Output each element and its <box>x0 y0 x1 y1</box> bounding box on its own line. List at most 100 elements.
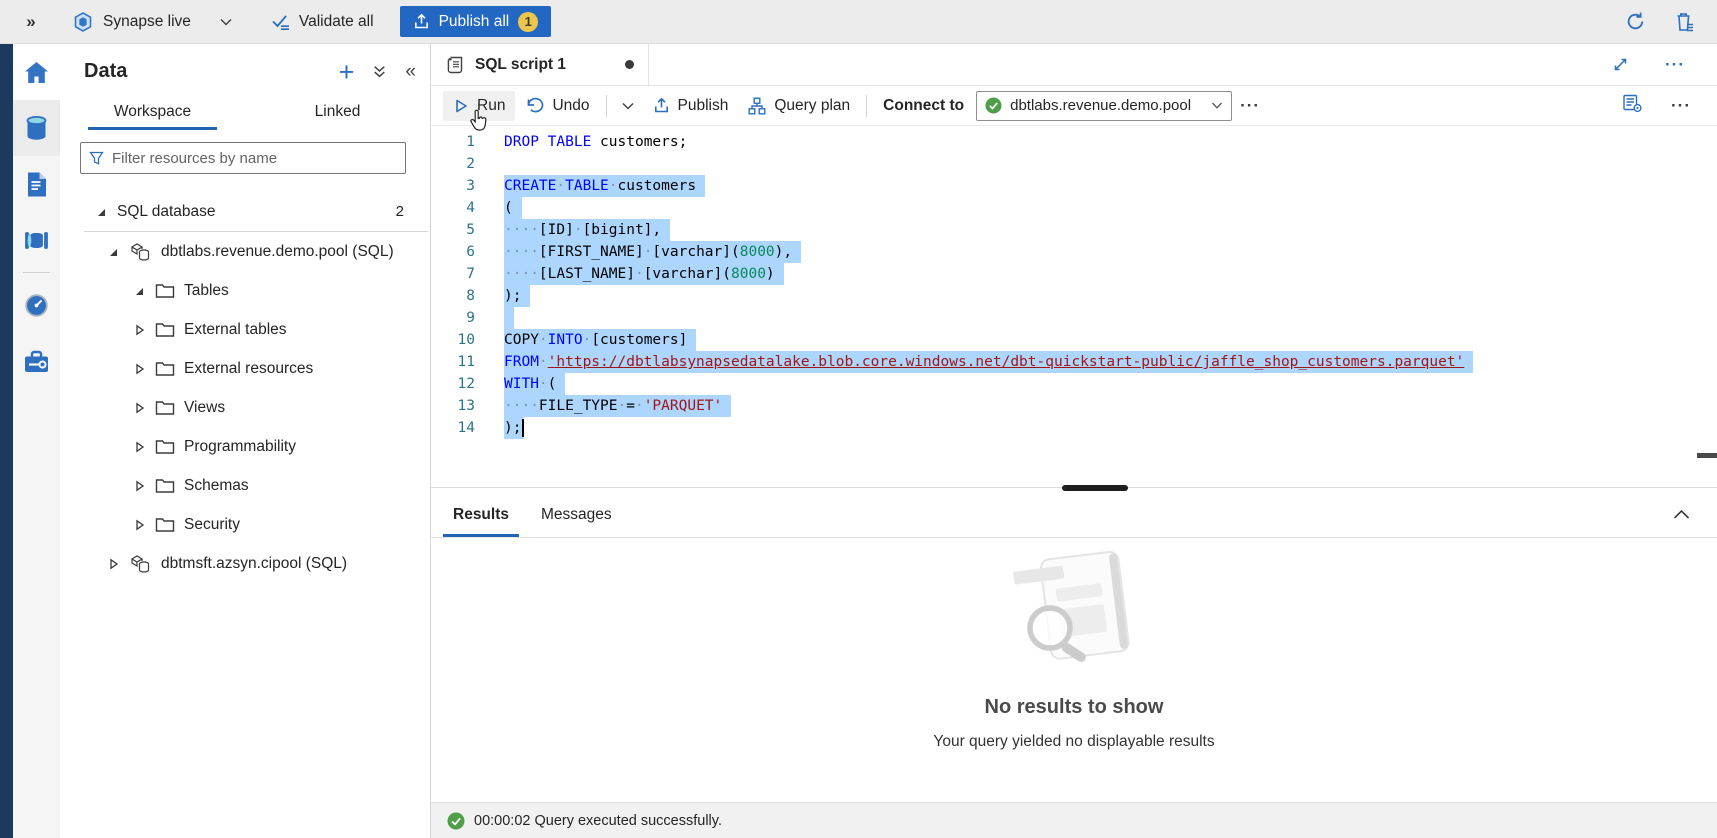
tree-item-dbtmsft-azsyn-cipool-sql[interactable]: dbtmsft.azsyn.cipool (SQL) <box>60 544 430 583</box>
tab-workspace[interactable]: Workspace <box>60 95 245 130</box>
gauge-icon <box>24 293 49 318</box>
tab-linked[interactable]: Linked <box>245 95 430 130</box>
run-button[interactable]: Run <box>443 91 515 121</box>
refresh-icon[interactable] <box>1625 11 1646 32</box>
tree-item-tables[interactable]: Tables <box>60 271 430 310</box>
line-number: 5 <box>431 219 475 241</box>
collapse-results-chevron-up-icon[interactable] <box>1672 492 1717 537</box>
code-line[interactable]: 9 <box>431 307 1717 329</box>
connect-to-pool-select[interactable]: dbtlabs.revenue.demo.pool <box>976 91 1232 121</box>
code-line[interactable]: 14); <box>431 417 1717 439</box>
code-line[interactable]: 7····[LAST_NAME]·[varchar](8000) <box>431 263 1717 285</box>
expanded-twisty-icon[interactable] <box>106 246 120 258</box>
tree-item-security[interactable]: Security <box>60 505 430 544</box>
tree-item-schemas[interactable]: Schemas <box>60 466 430 505</box>
no-results-illustration <box>994 548 1154 680</box>
collapse-panel-icon[interactable]: « <box>405 61 416 83</box>
editor-more-actions-button[interactable]: ··· <box>1663 92 1699 120</box>
resource-tree: SQL database2 dbtlabs.revenue.demo.pool (… <box>60 186 430 838</box>
query-status-text: 00:00:02 Query executed successfully. <box>474 813 722 829</box>
nav-data-button[interactable] <box>13 100 60 156</box>
mode-chevron-down-icon[interactable] <box>219 17 233 27</box>
code-text: ); <box>504 417 524 439</box>
collapsed-twisty-icon[interactable] <box>132 402 146 414</box>
connect-to-label: Connect to <box>883 97 964 115</box>
code-line[interactable]: 4( <box>431 197 1717 219</box>
expand-nav-icon[interactable]: » <box>0 12 62 32</box>
tab-sql-script-1[interactable]: SQL script 1 <box>431 44 649 85</box>
collapsed-twisty-icon[interactable] <box>132 519 146 531</box>
code-text: ( <box>504 197 522 219</box>
publish-button[interactable]: Publish <box>643 91 739 121</box>
nav-manage-button[interactable] <box>13 333 60 389</box>
add-resource-button[interactable]: + <box>339 62 355 82</box>
collapsed-twisty-icon[interactable] <box>132 363 146 375</box>
line-number: 13 <box>431 395 475 417</box>
code-line[interactable]: 10COPY·INTO·[customers] <box>431 329 1717 351</box>
code-line[interactable]: 2 <box>431 153 1717 175</box>
tree-item-external-tables[interactable]: External tables <box>60 310 430 349</box>
nav-develop-button[interactable] <box>13 156 60 212</box>
scrollbar-thumb[interactable] <box>1697 453 1717 458</box>
expanded-twisty-icon[interactable] <box>94 206 108 218</box>
tree-item-count: 2 <box>396 203 430 220</box>
script-toolbar: Run Undo Publish <box>431 86 1717 126</box>
expanded-twisty-icon[interactable] <box>132 285 146 297</box>
synapse-logo-icon <box>72 11 94 33</box>
view-settings-icon[interactable] <box>1622 94 1643 118</box>
query-plan-button[interactable]: Query plan <box>738 91 860 121</box>
code-line[interactable]: 8); <box>431 285 1717 307</box>
mode-selector[interactable]: Synapse live <box>62 11 201 33</box>
nav-home-button[interactable] <box>13 44 60 100</box>
nav-integrate-button[interactable] <box>13 212 60 268</box>
code-line[interactable]: 6····[FIRST_NAME]·[varchar](8000), <box>431 241 1717 263</box>
code-line[interactable]: 13····FILE_TYPE·=·'PARQUET' <box>431 395 1717 417</box>
tree-item-external-resources[interactable]: External resources <box>60 349 430 388</box>
database-icon <box>24 115 49 142</box>
splitter-drag-handle[interactable] <box>1062 485 1128 491</box>
tree-item-label: Programmability <box>184 438 296 456</box>
code-line[interactable]: 3CREATE·TABLE·customers <box>431 175 1717 197</box>
line-number: 9 <box>431 307 475 329</box>
code-line[interactable]: 12WITH·( <box>431 373 1717 395</box>
expand-editor-icon[interactable] <box>1612 56 1629 73</box>
validate-check-icon <box>271 13 291 31</box>
home-icon <box>23 60 50 85</box>
collapsed-twisty-icon[interactable] <box>132 324 146 336</box>
folder-icon <box>155 399 175 416</box>
folder-icon <box>155 516 175 533</box>
nav-monitor-button[interactable] <box>13 277 60 333</box>
validate-all-button[interactable]: Validate all <box>259 13 386 31</box>
discard-all-trash-icon[interactable] <box>1674 11 1695 33</box>
collapse-all-icon[interactable] <box>372 64 387 79</box>
tab-results[interactable]: Results <box>437 492 525 537</box>
results-splitter[interactable] <box>431 483 1717 492</box>
tree-item-dbtlabs-revenue-demo-pool-sql[interactable]: dbtlabs.revenue.demo.pool (SQL) <box>60 232 430 271</box>
collapsed-twisty-icon[interactable] <box>132 480 146 492</box>
tree-item-views[interactable]: Views <box>60 388 430 427</box>
folder-icon <box>155 477 175 494</box>
tree-item-programmability[interactable]: Programmability <box>60 427 430 466</box>
line-number: 11 <box>431 351 475 373</box>
tree-item-label: External resources <box>184 360 313 378</box>
tree-item-label: Schemas <box>184 477 249 495</box>
code-line[interactable]: 11FROM·'https://dbtlabsynapsedatalake.bl… <box>431 351 1717 373</box>
tab-messages[interactable]: Messages <box>525 492 628 537</box>
collapsed-twisty-icon[interactable] <box>132 441 146 453</box>
code-line[interactable]: 1DROP TABLE customers; <box>431 131 1717 153</box>
code-line[interactable]: 5····[ID]·[bigint], <box>431 219 1717 241</box>
publish-all-button[interactable]: Publish all 1 <box>400 6 552 37</box>
sql-code-editor[interactable]: 1DROP TABLE customers;23CREATE·TABLE·cus… <box>431 126 1717 483</box>
line-number: 14 <box>431 417 475 439</box>
collapsed-twisty-icon[interactable] <box>106 558 120 570</box>
nav-divider <box>23 272 50 273</box>
code-text: ); <box>504 285 530 307</box>
toolbar-more-actions-button[interactable]: ··· <box>1232 92 1268 120</box>
filter-resources-input[interactable] <box>112 150 397 167</box>
tree-item-label: dbtlabs.revenue.demo.pool (SQL) <box>161 243 394 261</box>
undo-button[interactable]: Undo <box>515 91 599 121</box>
undo-redo-chevron-down-icon[interactable] <box>613 95 643 117</box>
tab-more-actions-button[interactable]: ··· <box>1657 51 1693 79</box>
tree-item-sql-database[interactable]: SQL database2 <box>60 192 430 231</box>
folder-icon <box>155 282 175 299</box>
